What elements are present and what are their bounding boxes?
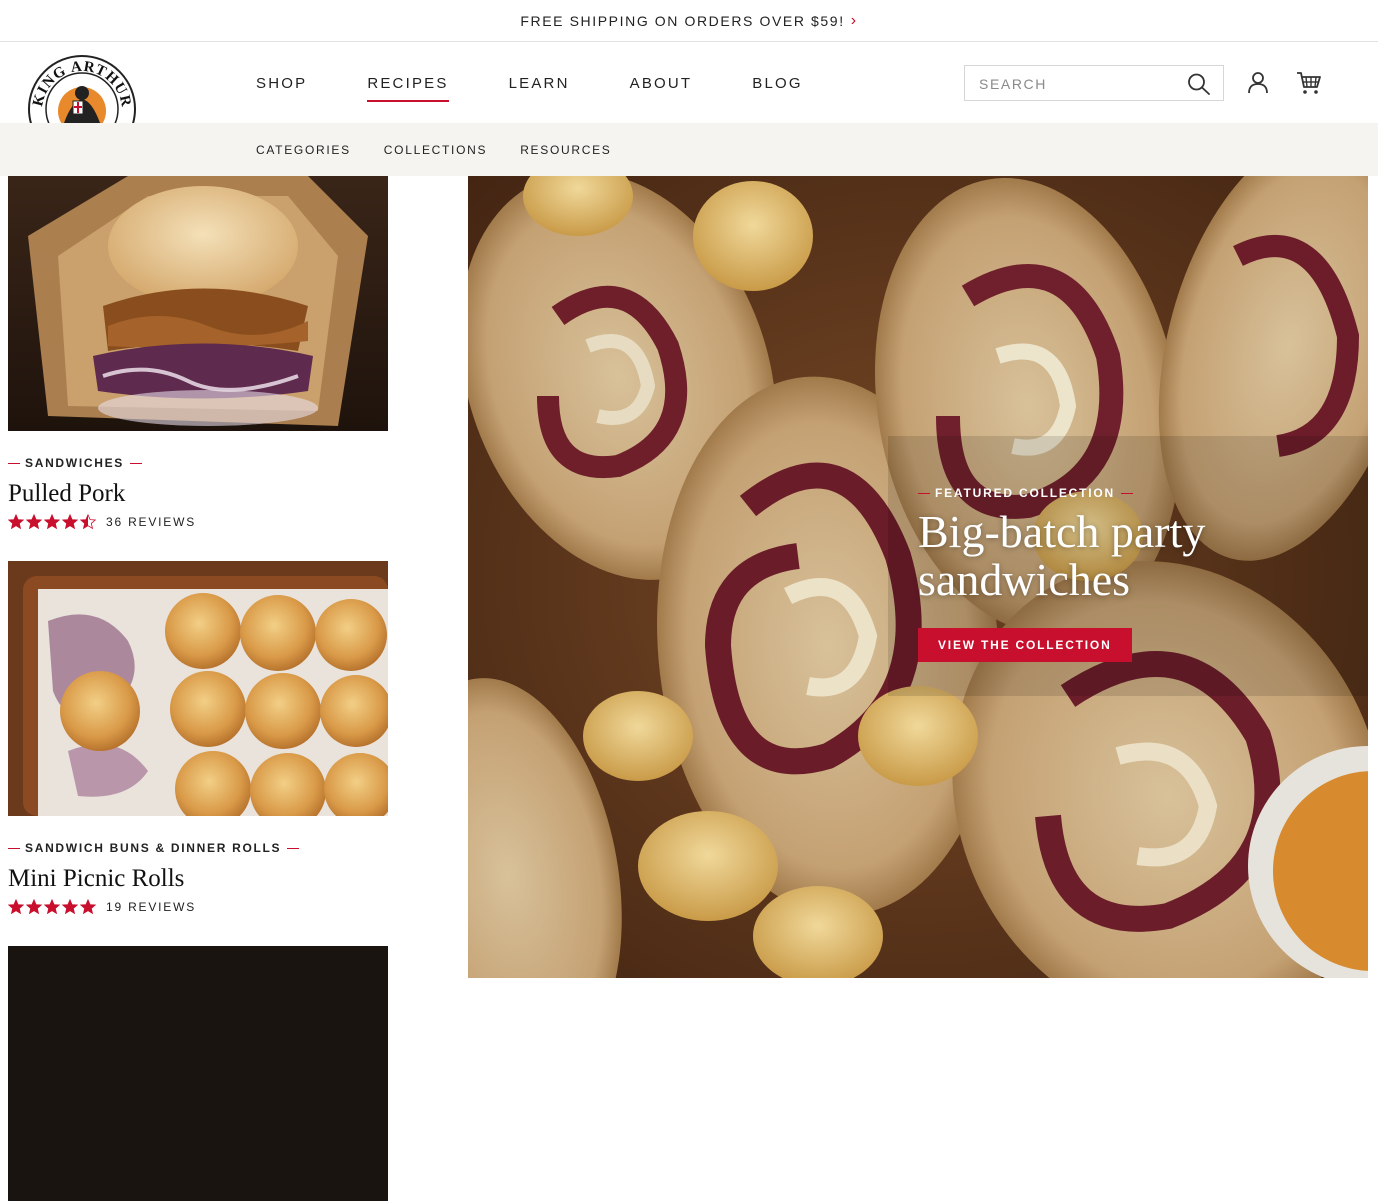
hero-content: FEATURED COLLECTION Big-batch party sand… xyxy=(918,486,1338,662)
hero-title[interactable]: Big-batch party sandwiches xyxy=(918,508,1338,604)
mini-picnic-rolls-photo xyxy=(8,561,388,816)
subnav-categories[interactable]: CATEGORIES xyxy=(256,143,351,157)
recipe-image-mini-picnic-rolls[interactable] xyxy=(8,561,388,816)
star-rating xyxy=(8,514,98,529)
search-input[interactable] xyxy=(977,73,1181,95)
nav-shop[interactable]: SHOP xyxy=(256,67,307,100)
recipe-rating[interactable]: 19 REVIEWS xyxy=(8,899,388,914)
subnav-resources[interactable]: RESOURCES xyxy=(520,143,611,157)
featured-collection-hero[interactable]: FEATURED COLLECTION Big-batch party sand… xyxy=(468,176,1368,978)
sub-nav: CATEGORIES COLLECTIONS RESOURCES xyxy=(0,123,1378,176)
star-icon xyxy=(26,899,42,914)
review-count[interactable]: 19 REVIEWS xyxy=(106,900,196,914)
recipe-category[interactable]: SANDWICHES xyxy=(8,456,388,470)
main-nav: SHOP RECIPES LEARN ABOUT BLOG xyxy=(256,43,863,123)
recipe-category[interactable]: SANDWICH BUNS & DINNER ROLLS xyxy=(8,841,388,855)
account-icon[interactable] xyxy=(1246,71,1270,100)
star-icon xyxy=(62,514,78,529)
star-icon xyxy=(44,899,60,914)
promo-text[interactable]: FREE SHIPPING ON ORDERS OVER $59! xyxy=(520,13,844,29)
star-icon xyxy=(8,514,24,529)
star-icon xyxy=(26,514,42,529)
search-box[interactable] xyxy=(964,65,1224,101)
star-icon xyxy=(80,899,96,914)
nav-about[interactable]: ABOUT xyxy=(630,67,693,100)
recipe-image[interactable] xyxy=(8,946,388,1201)
search-icon[interactable] xyxy=(1187,73,1211,100)
star-rating xyxy=(8,899,98,914)
star-icon xyxy=(80,514,96,529)
recipe-card-list: SANDWICHES Pulled Pork 36 REVIEWS SANDWI… xyxy=(8,176,388,1201)
recipe-title[interactable]: Pulled Pork xyxy=(8,479,388,509)
star-icon xyxy=(62,899,78,914)
recipe-card[interactable]: SANDWICHES Pulled Pork 36 REVIEWS xyxy=(8,176,388,529)
promo-banner[interactable]: FREE SHIPPING ON ORDERS OVER $59! › xyxy=(0,0,1378,42)
recipe-rating[interactable]: 36 REVIEWS xyxy=(8,514,388,529)
nav-recipes[interactable]: RECIPES xyxy=(367,67,449,102)
nav-blog[interactable]: BLOG xyxy=(752,67,802,100)
recipe-card[interactable]: SANDWICH BUNS & DINNER ROLLS Mini Picnic… xyxy=(8,561,388,914)
recipe-title[interactable]: Mini Picnic Rolls xyxy=(8,864,388,894)
pulled-pork-photo xyxy=(8,176,388,431)
king-arthur-logo-icon: KING ARTHUR FLOUR xyxy=(28,53,136,123)
brand-logo[interactable]: KING ARTHUR FLOUR xyxy=(28,53,136,123)
star-icon xyxy=(44,514,60,529)
main-header: KING ARTHUR FLOUR SHOP RECIPES LEARN ABO… xyxy=(0,43,1378,123)
recipe-image-pulled-pork[interactable] xyxy=(8,176,388,431)
chevron-right-icon: › xyxy=(850,11,858,29)
subnav-collections[interactable]: COLLECTIONS xyxy=(384,143,487,157)
cart-icon[interactable] xyxy=(1296,71,1322,100)
nav-learn[interactable]: LEARN xyxy=(509,67,570,100)
recipe-card[interactable] xyxy=(8,946,388,1201)
review-count[interactable]: 36 REVIEWS xyxy=(106,515,196,529)
star-icon xyxy=(8,899,24,914)
hero-eyebrow: FEATURED COLLECTION xyxy=(918,486,1338,500)
view-collection-button[interactable]: VIEW THE COLLECTION xyxy=(918,628,1132,662)
